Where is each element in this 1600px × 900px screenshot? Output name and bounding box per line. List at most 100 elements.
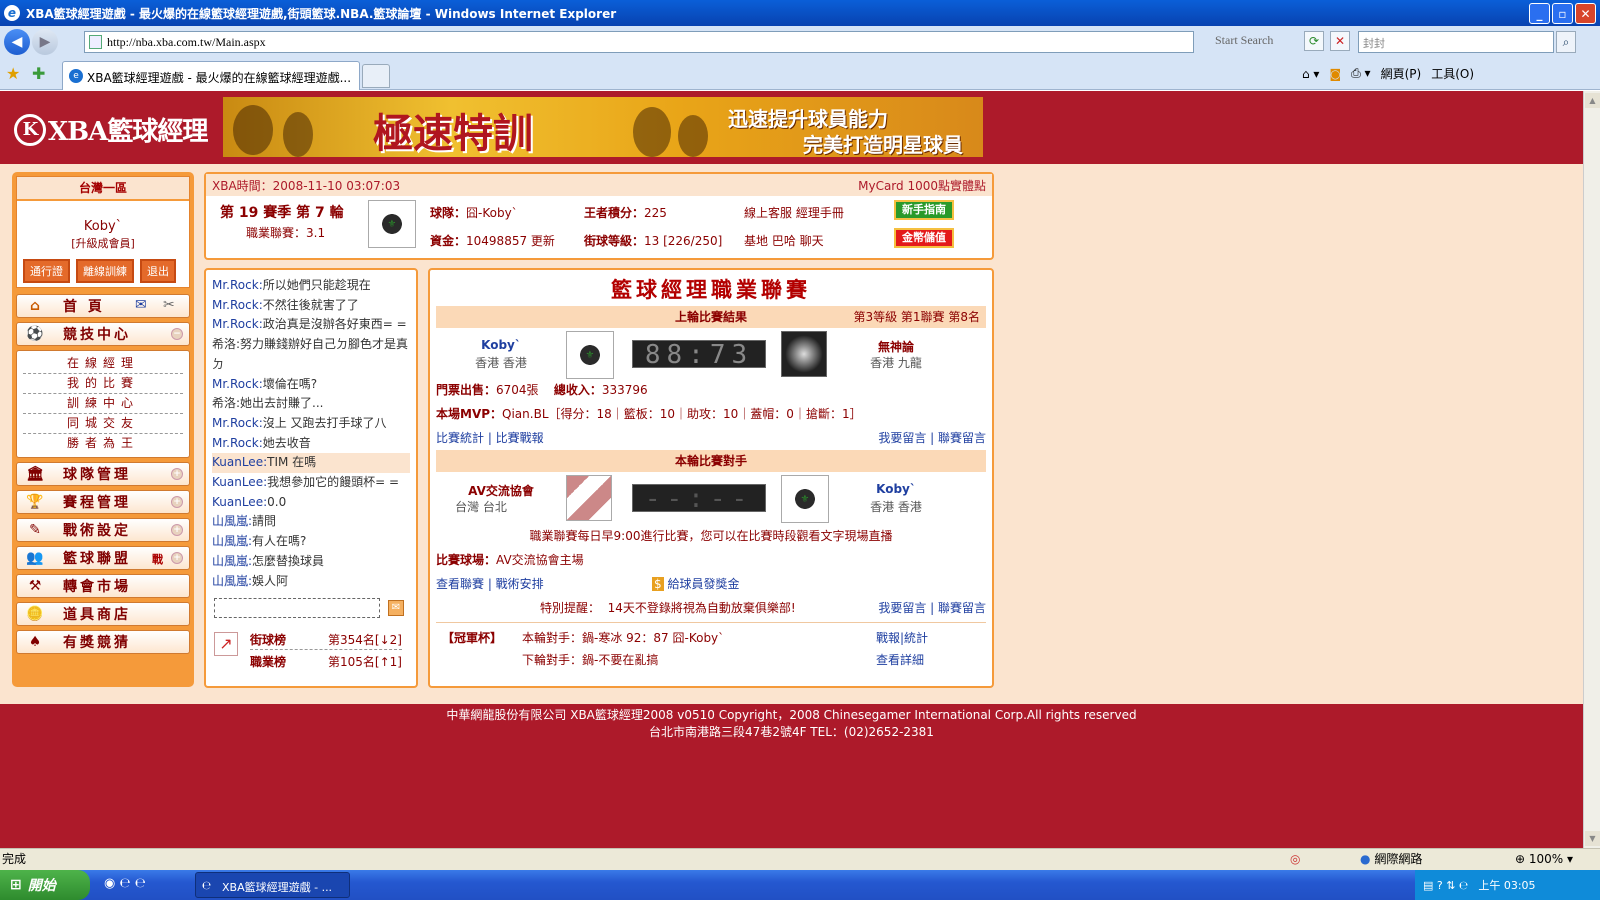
restore-button[interactable]: ▫	[1552, 3, 1573, 24]
chat-text: 所以她們只能趁現在	[262, 278, 371, 292]
chat-sender[interactable]: Mr.Rock:	[212, 278, 263, 292]
chat-sender[interactable]: Mr.Rock:	[212, 317, 263, 331]
sidebar-item-home[interactable]: ⌂ 首 頁 ✉ ✂	[16, 294, 190, 318]
send-icon[interactable]: ✉	[388, 600, 404, 616]
sidebar-item-schedule[interactable]: 🏆 賽程管理 +	[16, 490, 190, 514]
new-tab-button[interactable]	[362, 64, 390, 88]
refresh-button[interactable]: ⟳	[1304, 31, 1324, 51]
chat-sender[interactable]: Mr.Rock:	[212, 416, 263, 430]
tray-icons[interactable]: ▤ ? ⇅ ℮	[1423, 879, 1468, 892]
comment-links[interactable]: 我要留言 | 聯賽留言	[878, 426, 986, 450]
tools-menu[interactable]: 工具(O)	[1431, 65, 1474, 82]
search-input[interactable]: 封封	[1358, 31, 1554, 53]
collapse-icon[interactable]: −	[171, 328, 183, 340]
sidebar-item-shop[interactable]: 🪙 道具商店	[16, 602, 190, 626]
chat-sender[interactable]: Mr.Rock:	[212, 436, 263, 450]
promo-banner[interactable]: 極速特訓 迅速提升球員能力 完美打造明星球員	[223, 97, 983, 157]
expand-icon[interactable]: +	[171, 496, 183, 508]
scroll-down-icon[interactable]: ▼	[1585, 831, 1600, 846]
street-rank-label[interactable]: 街球榜	[250, 633, 286, 647]
cup-detail-link[interactable]: 查看詳細	[876, 651, 924, 668]
expand-icon[interactable]: +	[171, 468, 183, 480]
print-icon[interactable]: ⎙ ▾	[1351, 66, 1370, 81]
update-link[interactable]: 更新	[531, 234, 555, 248]
match-stats-links[interactable]: 比賽統計 | 比賽戰報	[436, 426, 544, 450]
away-team[interactable]: 無神論	[836, 338, 956, 355]
tab-title: XBA籃球經理遊戲 - 最火爆的在線籃球經理遊戲...	[87, 71, 352, 85]
tools-icon[interactable]: ✂	[163, 297, 175, 313]
feeds-icon[interactable]: ◙	[1329, 67, 1341, 81]
passport-button[interactable]: 通行證	[23, 259, 70, 283]
taskbar-ie-task[interactable]: ℮ XBA籃球經理遊戲 - ...	[195, 872, 350, 898]
cup-report-link[interactable]: 戰報|統計	[876, 629, 928, 646]
scroll-up-icon[interactable]: ▲	[1585, 93, 1600, 108]
windows-flag-icon: ⊞	[10, 877, 22, 893]
quicklaunch-icons[interactable]: ◉ ℮ ℮	[104, 876, 146, 891]
my-team[interactable]: Koby`	[836, 482, 956, 496]
chat-sender[interactable]: 山風嵐:	[212, 514, 252, 528]
minimize-button[interactable]: _	[1529, 3, 1550, 24]
close-button[interactable]: ✕	[1575, 3, 1596, 24]
forward-button[interactable]: ▶	[32, 29, 58, 55]
bonus-link[interactable]: $ 給球員發獎金	[652, 572, 739, 596]
opponent-team[interactable]: AV交流協會	[436, 482, 566, 499]
income-label: 總收入：	[553, 383, 602, 397]
chat-text: 希洛:努力賺錢辦好自己ㄉ腳色才是真ㄉ	[212, 337, 409, 371]
home-icon[interactable]: ⌂ ▾	[1302, 67, 1319, 81]
mail-icon[interactable]: ✉	[135, 297, 147, 313]
submenu-my-games[interactable]: 我的比賽	[23, 374, 183, 394]
stop-button[interactable]: ✕	[1330, 31, 1350, 51]
expand-icon[interactable]: +	[171, 552, 183, 564]
league-links[interactable]: 查看聯賽 | 戰術安排	[436, 577, 544, 591]
logout-button[interactable]: 退出	[140, 259, 176, 283]
my-location: 香港 香港	[870, 500, 922, 514]
chat-sender[interactable]: 山風嵐:	[212, 534, 252, 548]
zoom-level[interactable]: ⊕ 100% ▾	[1515, 849, 1573, 869]
mycard-promo[interactable]: MyCard 1000點實體點	[858, 177, 986, 194]
page-scrollbar[interactable]: ▲ ▼	[1583, 91, 1600, 848]
chat-text: 希洛:她出去討賺了...	[212, 396, 324, 411]
sidebar-item-transfer[interactable]: ⚒ 轉會市場	[16, 574, 190, 598]
start-button[interactable]: ⊞ 開始	[0, 870, 90, 900]
gold-topup-button[interactable]: 金幣儲值	[894, 228, 954, 248]
sidebar-item-arena[interactable]: ⚽ 競技中心 −	[16, 322, 190, 346]
guide-button[interactable]: 新手指南	[894, 200, 954, 220]
chat-sender[interactable]: KuanLee:	[212, 455, 267, 469]
offline-training-button[interactable]: 離線訓練	[76, 259, 134, 283]
sidebar-item-team[interactable]: 🏛 球隊管理 +	[16, 462, 190, 486]
sidebar-item-quiz[interactable]: ♠ 有獎競猜	[16, 630, 190, 654]
submenu-friends[interactable]: 同城交友	[23, 414, 183, 434]
home-icon: ⌂	[29, 298, 41, 314]
submenu-online-managers[interactable]: 在線經理	[23, 354, 183, 374]
chat-input[interactable]	[214, 598, 380, 618]
pro-rank-label[interactable]: 職業榜	[250, 655, 286, 669]
chat-sender[interactable]: 山風嵐:	[212, 554, 252, 568]
site-logo[interactable]: K XBA籃球經理	[14, 111, 208, 148]
start-search-label[interactable]: Start Search	[1215, 33, 1273, 48]
chat-sender[interactable]: 山風嵐:	[212, 574, 252, 588]
community-links[interactable]: 基地 巴哈 聊天	[744, 232, 824, 249]
help-links[interactable]: 線上客服 經理手冊	[744, 204, 844, 221]
chat-sender[interactable]: Mr.Rock:	[212, 298, 263, 312]
chat-sender[interactable]: KuanLee:	[212, 475, 267, 489]
favorites-star-icon[interactable]: ★	[6, 64, 20, 83]
back-button[interactable]: ◀	[4, 29, 30, 55]
address-field[interactable]: http://nba.xba.com.tw/Main.aspx	[84, 31, 1194, 53]
search-icon[interactable]: ⌕	[1556, 31, 1576, 53]
page-menu[interactable]: 網頁(P)	[1381, 65, 1422, 82]
expand-icon[interactable]: +	[171, 524, 183, 536]
comment-links-2[interactable]: 我要留言 | 聯賽留言	[878, 596, 986, 620]
member-rank[interactable]: [升級成會員]	[17, 235, 189, 251]
add-favorites-icon[interactable]: ✚	[32, 64, 45, 83]
tab-main[interactable]: e XBA籃球經理遊戲 - 最火爆的在線籃球經理遊戲...	[62, 61, 360, 90]
logo-icon: K	[14, 113, 46, 146]
chat-text: 壞倫在嗎?	[262, 376, 318, 391]
submenu-training[interactable]: 訓練中心	[23, 394, 183, 414]
chat-sender[interactable]: KuanLee:	[212, 495, 267, 509]
submenu-winner[interactable]: 勝者為王	[23, 434, 183, 454]
chat-sender[interactable]: Mr.Rock:	[212, 377, 263, 391]
home-team[interactable]: Koby`	[436, 338, 566, 352]
sidebar-item-tactics[interactable]: ✎ 戰術設定 +	[16, 518, 190, 542]
sidebar-item-league[interactable]: 👥 籃球聯盟 戰 +	[16, 546, 190, 570]
logo-text: XBA籃球經理	[48, 117, 208, 147]
